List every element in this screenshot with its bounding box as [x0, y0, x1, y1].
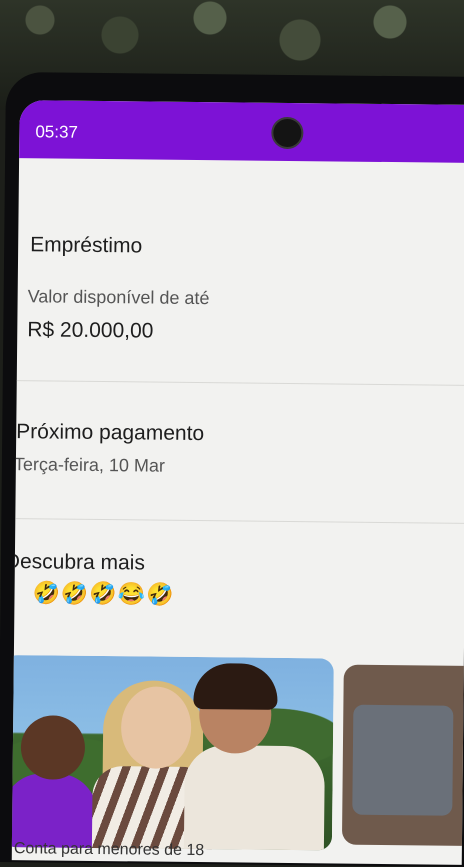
divider	[16, 380, 464, 386]
loan-available-label: Valor disponível de até	[27, 286, 210, 309]
card-photo	[352, 704, 454, 816]
status-bar: 05:37	[19, 100, 464, 163]
status-time: 05:37	[35, 122, 79, 142]
card-photo	[193, 662, 278, 710]
main-content: Empréstimo Valor disponível de até R$ 20…	[11, 158, 464, 865]
loan-amount: R$ 20.000,00	[27, 318, 154, 343]
emoji-reaction: 🤣🤣🤣😂🤣	[32, 580, 175, 607]
loan-title: Empréstimo	[30, 233, 143, 258]
discover-card-caption: Conta para menores de 18	[13, 840, 205, 860]
discover-title: Descubra mais	[11, 550, 146, 575]
next-payment-date: Terça-feira, 10 Mar	[13, 454, 166, 476]
discover-card-teen-account[interactable]	[11, 655, 334, 851]
front-camera-icon	[271, 116, 304, 150]
next-payment-title: Próximo pagamento	[16, 420, 205, 446]
phone-frame: 05:37 Empréstimo Valor disponível de até…	[0, 72, 464, 867]
discover-card-next[interactable]	[341, 664, 464, 847]
card-photo	[20, 715, 86, 780]
card-photo	[11, 773, 98, 851]
card-photo	[183, 744, 325, 851]
divider	[15, 518, 464, 524]
phone-screen: 05:37 Empréstimo Valor disponível de até…	[11, 100, 464, 865]
